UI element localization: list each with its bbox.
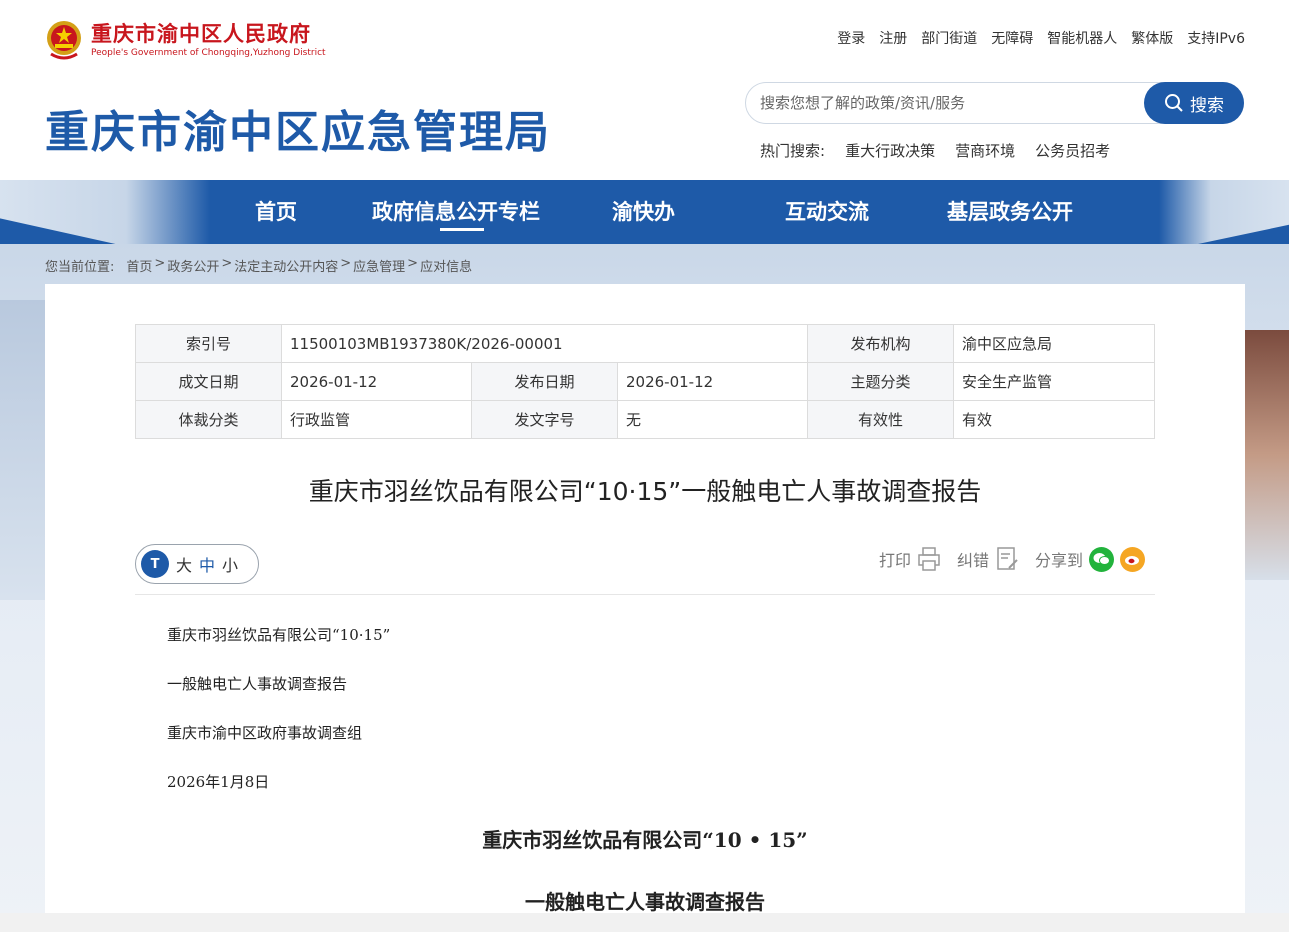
background-left-decoration [0,300,45,600]
article-paragraph: 一般触电亡人事故调查报告 [167,675,348,693]
breadcrumb: 您当前位置: 首页 > 政务公开 > 法定主动公开内容 > 应急管理 > 应对信… [45,256,472,275]
breadcrumb-item[interactable]: 政务公开 [167,256,219,275]
article-paragraph: 2026年1月8日 [167,773,270,791]
meta-label: 主题分类 [807,362,954,401]
meta-genre: 行政监管 [281,400,472,439]
meta-validity: 有效 [953,400,1155,439]
article-heading: 一般触电亡人事故调查报告 [525,890,765,914]
nav-item-grassroots[interactable]: 基层政务公开 [947,180,1073,244]
printer-icon[interactable] [917,546,941,572]
breadcrumb-separator: > [221,256,233,271]
hot-search-label: 热门搜索: [760,142,826,160]
breadcrumb-item[interactable]: 应急管理 [353,256,405,275]
search-button[interactable]: 搜索 [1144,82,1244,124]
font-size-switcher: T 大 中 小 [135,544,259,584]
toolbar-divider [135,594,1155,595]
meta-doc-no: 无 [617,400,808,439]
share-label: 分享到 [1034,551,1083,570]
background-right-decoration [1244,330,1289,580]
accessibility-link[interactable]: 无障碍 [991,28,1033,48]
hot-search-item[interactable]: 营商环境 [955,140,1015,161]
meta-created-date: 2026-01-12 [281,362,472,401]
meta-index-no: 11500103MB1937380K/2026-00001 [281,324,808,363]
breadcrumb-item[interactable]: 首页 [126,256,152,275]
font-size-small[interactable]: 小 [222,552,238,576]
meta-label: 发文字号 [471,400,618,439]
content-panel: 索引号 11500103MB1937380K/2026-00001 发布机构 渝… [45,284,1245,914]
meta-topic: 安全生产监管 [953,362,1155,401]
meta-publisher: 渝中区应急局 [953,324,1155,363]
meta-label: 有效性 [807,400,954,439]
breadcrumb-separator: > [407,256,419,271]
breadcrumb-separator: > [154,256,166,271]
nav-item-interaction[interactable]: 互动交流 [785,180,869,244]
meta-label: 成文日期 [135,362,282,401]
logo-chinese-name: 重庆市渝中区人民政府 [91,22,311,46]
breadcrumb-separator: > [340,256,352,271]
meta-label: 体裁分类 [135,400,282,439]
national-emblem-icon [45,18,83,62]
correct-label[interactable]: 纠错 [957,547,989,571]
meta-label: 发布机构 [807,324,954,363]
hot-search: 热门搜索: 重大行政决策 营商环境 公务员招考 [760,140,1110,161]
breadcrumb-item[interactable]: 应对信息 [420,256,472,275]
article-tools: 打印 纠错 分享到 [879,546,1145,572]
error-report-icon[interactable] [995,546,1019,572]
logo-english-name: People's Government of Chongqing,Yuzhong… [91,48,326,58]
article-paragraph: 重庆市羽丝饮品有限公司“10·15” [167,626,391,644]
ipv6-link[interactable]: 支持IPv6 [1187,28,1245,48]
meta-label: 索引号 [135,324,282,363]
login-link[interactable]: 登录 [837,28,865,48]
nav-item-gov-info[interactable]: 政府信息公开专栏 [372,180,540,244]
font-size-big[interactable]: 大 [176,552,192,576]
breadcrumb-item[interactable]: 法定主动公开内容 [234,256,338,275]
register-link[interactable]: 注册 [879,28,907,48]
main-nav: 首页 政府信息公开专栏 渝快办 互动交流 基层政务公开 [0,180,1289,244]
font-size-icon: T [141,550,169,578]
hot-search-item[interactable]: 公务员招考 [1035,140,1110,161]
gov-logo[interactable]: 重庆市渝中区人民政府 People's Government of Chongq… [45,18,326,62]
document-meta-table: 索引号 11500103MB1937380K/2026-00001 发布机构 渝… [135,324,1155,439]
bottom-scrollbar-area [0,913,1289,932]
departments-link[interactable]: 部门街道 [921,28,977,48]
site-title: 重庆市渝中区应急管理局 [45,107,551,158]
search-icon [1165,94,1183,112]
breadcrumb-label: 您当前位置: [45,260,115,275]
weibo-share-icon[interactable] [1120,546,1145,572]
nav-item-home[interactable]: 首页 [255,180,297,244]
meta-label: 发布日期 [471,362,618,401]
print-label[interactable]: 打印 [879,547,911,571]
article-title: 重庆市羽丝饮品有限公司“10·15”一般触电亡人事故调查报告 [308,477,982,506]
robot-link[interactable]: 智能机器人 [1047,28,1117,48]
traditional-chinese-link[interactable]: 繁体版 [1131,28,1173,48]
hot-search-item[interactable]: 重大行政决策 [845,140,935,161]
nav-active-indicator [440,228,484,231]
wechat-share-icon[interactable] [1089,546,1114,572]
search-button-label: 搜索 [1190,95,1224,116]
search-box: 搜索 [745,82,1244,124]
search-input[interactable] [760,83,1140,123]
font-size-medium[interactable]: 中 [199,552,215,576]
article-paragraph: 重庆市渝中区政府事故调查组 [167,724,363,742]
nav-item-yukuaiban[interactable]: 渝快办 [612,180,675,244]
top-links: 登录 注册 部门街道 无障碍 智能机器人 繁体版 支持IPv6 [837,28,1245,48]
meta-published-date: 2026-01-12 [617,362,808,401]
article-heading: 重庆市羽丝饮品有限公司“10 • 15” [482,828,808,852]
page-header: 重庆市渝中区人民政府 People's Government of Chongq… [0,0,1289,180]
